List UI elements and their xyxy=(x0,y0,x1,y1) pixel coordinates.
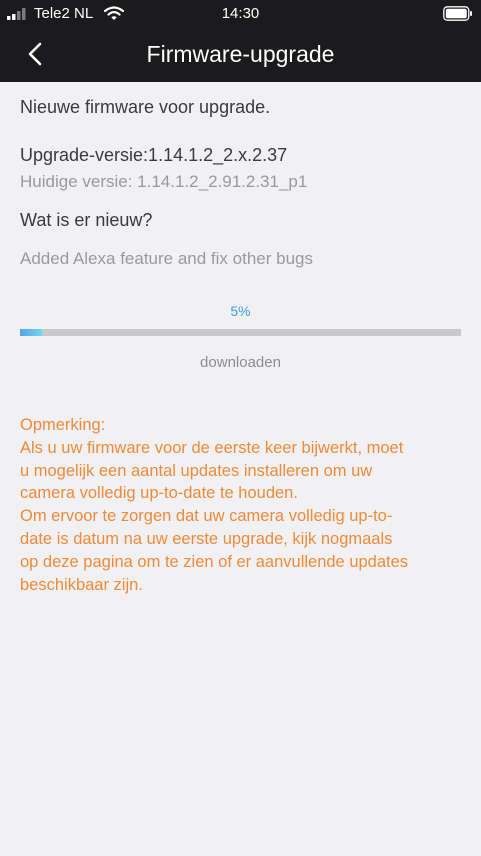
status-time: 14:30 xyxy=(221,5,260,22)
whats-new-heading: Wat is er nieuw? xyxy=(20,210,153,230)
intro-text: Nieuwe firmware voor upgrade. xyxy=(20,97,271,117)
note-line: camera volledig up-to-date te houden. xyxy=(20,484,298,503)
note-line: op deze pagina om te zien of er aanvulle… xyxy=(20,552,409,571)
page-title: Firmware-upgrade xyxy=(146,41,335,67)
note-line: Als u uw firmware voor de eerste keer bi… xyxy=(20,438,404,457)
top-bar: Tele2 NL 14:30 Firmware-upgrade xyxy=(0,0,481,82)
progress-fill xyxy=(20,329,43,336)
battery-icon xyxy=(443,6,472,21)
note-line: date is datum na uw eerste upgrade, kijk… xyxy=(20,529,393,548)
current-version: Huidige versie: 1.14.1.2_2.91.2.31_p1 xyxy=(20,172,308,191)
navigation-bar: Firmware-upgrade xyxy=(0,26,481,82)
progress-bar xyxy=(20,329,461,336)
whats-new-text: Added Alexa feature and fix other bugs xyxy=(20,249,313,268)
progress-status: downloaden xyxy=(200,354,281,371)
note-line: Opmerking: xyxy=(20,416,106,434)
progress-percent: 5% xyxy=(230,303,251,319)
note-line: beschikbaar zijn. xyxy=(20,575,143,594)
note-line: Om ervoor te zorgen dat uw camera volled… xyxy=(20,507,393,526)
note-line: u mogelijk een aantal updates installere… xyxy=(20,461,373,480)
status-bar: Tele2 NL 14:30 xyxy=(0,0,481,26)
upgrade-version: Upgrade-versie:1.14.1.2_2.x.2.37 xyxy=(20,145,288,165)
upgrade-note: Opmerking: Als u uw firmware voor de eer… xyxy=(20,414,465,596)
